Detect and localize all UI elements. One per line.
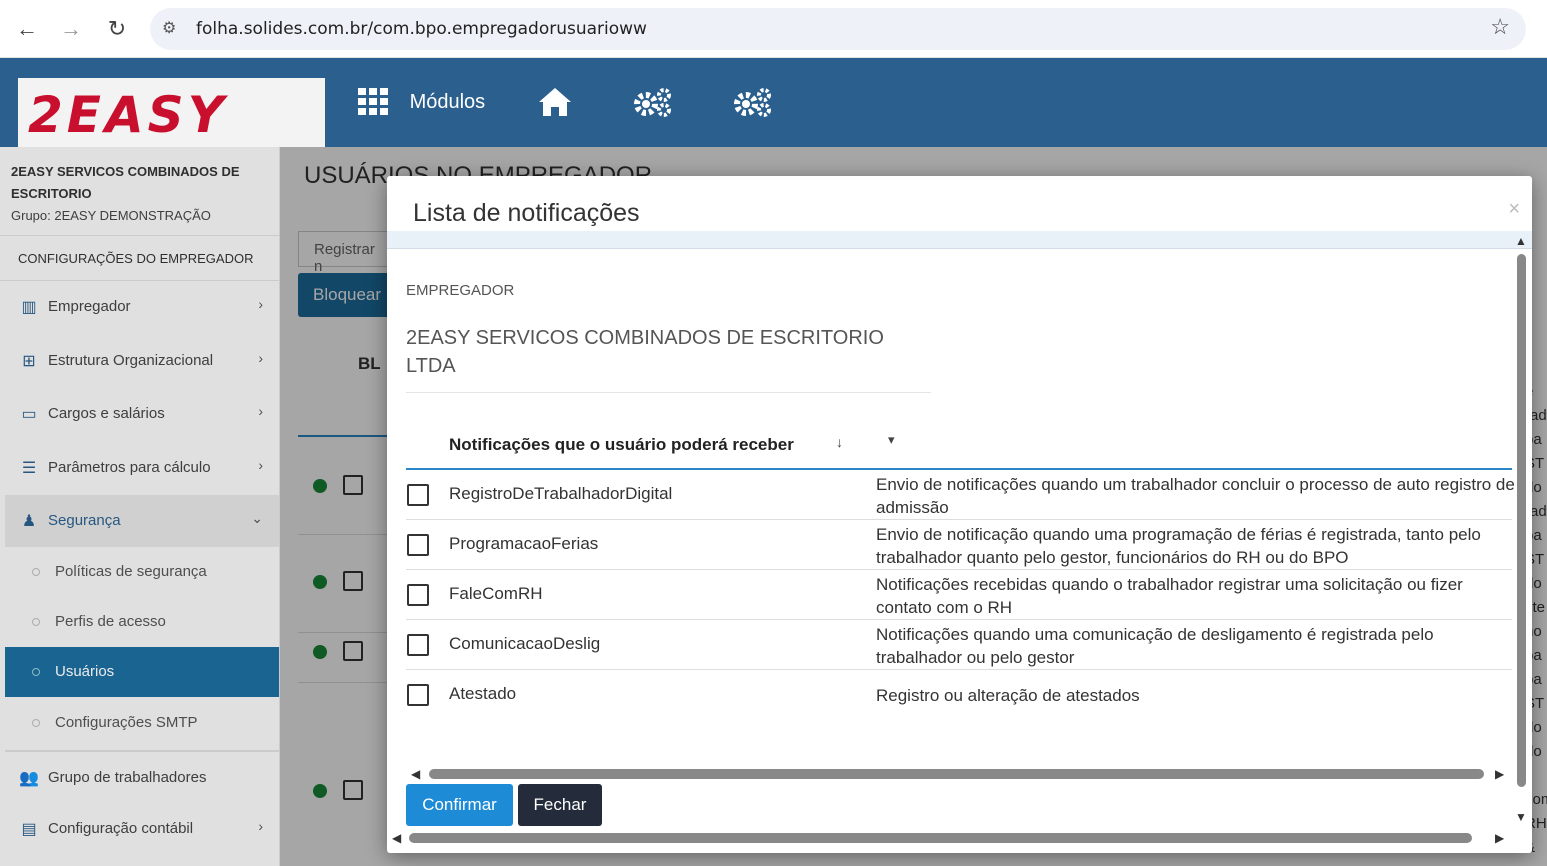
notification-desc: Notificações quando uma comunicação de d… (876, 625, 1434, 667)
bookmark-star-icon[interactable]: ☆ (1490, 14, 1510, 40)
vertical-scrollbar[interactable] (1517, 254, 1526, 787)
modal-header-strip (387, 231, 1532, 249)
scroll-down-icon[interactable]: ▼ (1515, 810, 1527, 824)
sort-arrow-icon[interactable]: ↓ (836, 434, 843, 450)
gears-icon[interactable] (633, 86, 673, 124)
modules-label: Módulos (409, 90, 486, 113)
site-settings-icon[interactable]: ⚙ (162, 18, 176, 38)
modules-button[interactable]: Módulos (358, 88, 485, 116)
notification-checkbox[interactable] (407, 534, 429, 556)
home-icon[interactable] (537, 86, 573, 124)
confirm-button[interactable]: Confirmar (406, 784, 513, 826)
close-icon[interactable]: × (1508, 198, 1520, 221)
sidebar-dim (0, 147, 280, 866)
url-text: folha.solides.com.br/com.bpo.empregadoru… (196, 19, 647, 39)
notification-name: ProgramacaoFerias (449, 534, 599, 553)
notification-checkbox[interactable] (407, 634, 429, 656)
employer-name: 2EASY SERVICOS COMBINADOS DE ESCRITORIO … (406, 327, 884, 377)
notification-name: Atestado (449, 684, 517, 703)
notification-name: ComunicacaoDeslig (449, 634, 601, 653)
modal-title: Lista de notificações (413, 199, 640, 227)
scroll-up-icon[interactable]: ▲ (1515, 234, 1527, 248)
table-row: ComunicacaoDeslig Notificações quando um… (406, 620, 1512, 670)
notification-name: FaleComRH (449, 584, 543, 603)
grid-icon (358, 88, 388, 115)
notification-desc: Registro ou alteração de atestados (876, 686, 1140, 705)
horizontal-scrollbar[interactable] (409, 833, 1472, 843)
notification-checkbox[interactable] (407, 584, 429, 606)
browser-toolbar: ← → ↻ ⚙ folha.solides.com.br/com.bpo.emp… (0, 0, 1547, 58)
caret-down-icon[interactable]: ▾ (888, 432, 895, 448)
forward-icon[interactable]: → (56, 14, 86, 44)
app-header: 2EASY Módulos (0, 58, 1547, 147)
back-icon[interactable]: ← (12, 14, 42, 44)
notification-checkbox[interactable] (407, 684, 429, 706)
notification-checkbox[interactable] (407, 484, 429, 506)
table-row: ProgramacaoFerias Envio de notificação q… (406, 520, 1512, 570)
gears-settings-icon[interactable] (733, 86, 773, 124)
employer-label: EMPREGADOR (406, 282, 515, 299)
reload-icon[interactable]: ↻ (102, 14, 132, 44)
table-row: FaleComRH Notificações recebidas quando … (406, 570, 1512, 620)
notifications-table-header: Notificações que o usuário poderá recebe… (406, 426, 1512, 470)
notification-name: RegistroDeTrabalhadorDigital (449, 484, 673, 503)
divider (406, 392, 931, 393)
table-row: RegistroDeTrabalhadorDigital Envio de no… (406, 470, 1515, 520)
scroll-left-icon[interactable]: ◀ (411, 767, 420, 781)
close-button[interactable]: Fechar (518, 784, 602, 826)
scroll-right-icon[interactable]: ▶ (1495, 831, 1504, 845)
horizontal-scrollbar[interactable] (429, 769, 1484, 779)
logo-text: 2EASY (28, 86, 228, 144)
notification-desc: Envio de notificação quando uma programa… (876, 525, 1481, 567)
notifications-modal: Lista de notificações × EMPREGADOR 2EASY… (387, 176, 1532, 853)
logo[interactable]: 2EASY (18, 78, 325, 147)
notification-desc: Notificações recebidas quando o trabalha… (876, 575, 1463, 617)
table-row: Atestado Registro ou alteração de atesta… (406, 670, 1512, 720)
notification-desc: Envio de notificações quando um trabalha… (876, 475, 1515, 517)
scroll-left-icon[interactable]: ◀ (392, 831, 401, 845)
address-bar[interactable]: ⚙ folha.solides.com.br/com.bpo.empregado… (150, 8, 1526, 50)
scroll-right-icon[interactable]: ▶ (1495, 767, 1504, 781)
column-header[interactable]: Notificações que o usuário poderá recebe… (449, 435, 794, 455)
